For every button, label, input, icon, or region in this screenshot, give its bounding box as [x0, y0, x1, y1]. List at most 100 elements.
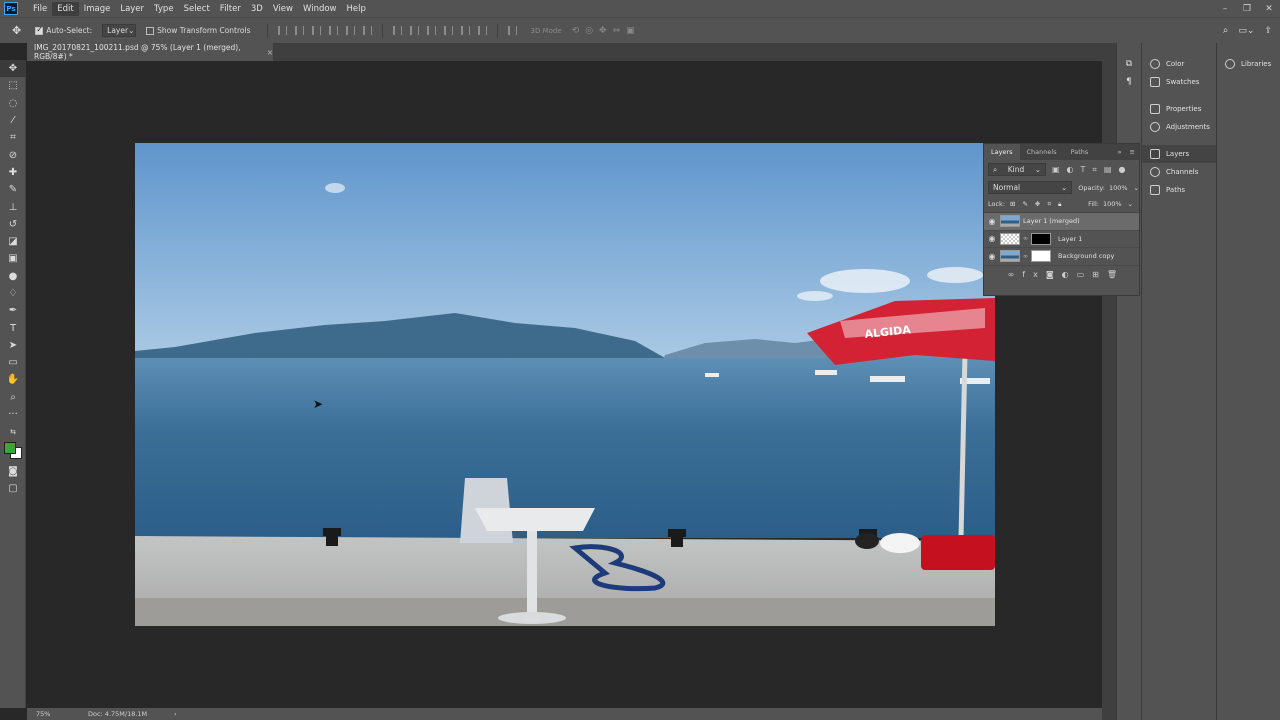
menu-filter[interactable]: Filter	[215, 2, 246, 16]
restore-icon[interactable]: ❐	[1236, 4, 1258, 14]
auto-select-dropdown[interactable]: Layer ⌄	[102, 24, 137, 37]
tab-paths[interactable]: Paths	[1064, 144, 1096, 160]
chevron-down-icon[interactable]: ⌄	[1134, 184, 1139, 192]
status-menu-arrow-icon[interactable]: ›	[174, 710, 177, 718]
distribute-right-icon[interactable]	[477, 26, 487, 35]
menu-image[interactable]: Image	[79, 2, 116, 16]
close-tab-icon[interactable]: ×	[267, 48, 273, 57]
move-tool-icon[interactable]: ✥	[12, 24, 21, 37]
panel-libraries[interactable]: Libraries	[1217, 55, 1280, 73]
crop-tool-icon[interactable]: ⌗	[0, 129, 26, 146]
layer-mask-thumbnail[interactable]	[1031, 250, 1051, 263]
panel-channels[interactable]: Channels	[1142, 163, 1216, 181]
panel-menu-icon[interactable]: ≡	[1130, 148, 1135, 156]
screen-mode-icon[interactable]: ▢	[0, 480, 26, 497]
layer-mask-thumbnail[interactable]	[1031, 232, 1051, 245]
menu-file[interactable]: File	[28, 2, 52, 16]
properties-panel-icon[interactable]: ¶	[1117, 77, 1141, 87]
quick-mask-icon[interactable]: ◙	[0, 463, 26, 480]
align-bottom-icon[interactable]	[311, 26, 321, 35]
distribute-top-icon[interactable]	[392, 26, 402, 35]
menu-window[interactable]: Window	[298, 2, 342, 16]
swap-colors-icon[interactable]: ⇆	[0, 423, 26, 440]
align-left-icon[interactable]	[328, 26, 338, 35]
zoom-tool-icon[interactable]: ⌕	[0, 389, 26, 406]
transform-controls-checkbox[interactable]	[146, 26, 155, 35]
new-group-icon[interactable]: ▭	[1077, 270, 1093, 279]
mask-link-icon[interactable]: ∞	[1023, 235, 1029, 242]
gradient-tool-icon[interactable]: ▣	[0, 250, 26, 267]
visibility-eye-icon[interactable]: ◉	[984, 252, 1000, 261]
lasso-tool-icon[interactable]: ◌	[0, 95, 26, 112]
blend-mode-dropdown[interactable]: Normal ⌄	[988, 181, 1073, 194]
minimize-icon[interactable]: –	[1214, 4, 1236, 14]
magic-wand-tool-icon[interactable]: ⁄	[0, 112, 26, 129]
brush-tool-icon[interactable]: ✎	[0, 181, 26, 198]
adjustment-layer-icon[interactable]: ◐	[1062, 270, 1077, 279]
align-right-icon[interactable]	[362, 26, 372, 35]
pen-tool-icon[interactable]: ✒	[0, 302, 26, 319]
healing-brush-tool-icon[interactable]: ✚	[0, 164, 26, 181]
menu-view[interactable]: View	[268, 2, 298, 16]
document-tab[interactable]: IMG_20170821_100211.psd @ 75% (Layer 1 (…	[27, 43, 273, 61]
panel-layers[interactable]: Layers	[1142, 145, 1216, 163]
menu-edit[interactable]: Edit	[52, 1, 79, 16]
layer-name[interactable]: Layer 1 (merged)	[1023, 217, 1080, 225]
foreground-color-swatch[interactable]	[4, 441, 16, 454]
move-tool-icon[interactable]: ✥	[0, 60, 26, 78]
distribute-hcenter-icon[interactable]	[460, 26, 470, 35]
visibility-eye-icon[interactable]: ◉	[984, 217, 1000, 226]
layer-row[interactable]: ◉ ∞ Background copy	[984, 248, 1139, 266]
search-icon[interactable]: ⌕	[1223, 25, 1229, 36]
distribute-vcenter-icon[interactable]	[409, 26, 419, 35]
marquee-tool-icon[interactable]: ⬚	[0, 77, 26, 94]
share-icon[interactable]: ⇪	[1264, 26, 1272, 36]
menu-layer[interactable]: Layer	[115, 2, 149, 16]
document-canvas-image[interactable]: ALGIDA	[135, 143, 995, 626]
more-tools-icon[interactable]: ···	[0, 406, 26, 423]
panel-color[interactable]: Color	[1142, 55, 1216, 73]
menu-select[interactable]: Select	[179, 2, 215, 16]
clone-stamp-tool-icon[interactable]: ⊥	[0, 198, 26, 215]
close-window-icon[interactable]: ✕	[1258, 4, 1280, 14]
fill-value[interactable]: 100%	[1103, 200, 1122, 208]
new-layer-icon[interactable]: ⊞	[1092, 270, 1107, 279]
panel-swatches[interactable]: Swatches	[1142, 73, 1216, 91]
fx-icon[interactable]: fx	[1022, 270, 1046, 279]
layer-row[interactable]: ◉ ∞ Layer 1	[984, 231, 1139, 248]
eraser-tool-icon[interactable]: ◪	[0, 233, 26, 250]
blur-tool-icon[interactable]: ●	[0, 268, 26, 285]
lock-icons[interactable]: ⊞✎✥⌗🔒︎	[1010, 200, 1068, 209]
align-vcenter-icon[interactable]	[294, 26, 304, 35]
dodge-tool-icon[interactable]: ♢	[0, 285, 26, 302]
panel-paths[interactable]: Paths	[1142, 181, 1216, 199]
menu-help[interactable]: Help	[342, 2, 371, 16]
rectangle-tool-icon[interactable]: ▭	[0, 354, 26, 371]
collapse-panel-icon[interactable]: »	[1118, 148, 1122, 156]
align-top-icon[interactable]	[277, 26, 287, 35]
path-selection-tool-icon[interactable]: ➤	[0, 337, 26, 354]
distribute-left-icon[interactable]	[443, 26, 453, 35]
trash-icon[interactable]: 🗑︎	[1107, 270, 1125, 279]
layer-name[interactable]: Layer 1	[1058, 235, 1082, 243]
panel-properties[interactable]: Properties	[1142, 100, 1216, 118]
filter-kind-dropdown[interactable]: ⌕ Kind ⌄	[988, 163, 1046, 176]
history-panel-icon[interactable]: ⧉	[1117, 59, 1141, 69]
distribute-bottom-icon[interactable]	[426, 26, 436, 35]
color-swatches[interactable]	[0, 441, 25, 463]
layer-row[interactable]: ◉ Layer 1 (merged)	[984, 213, 1139, 231]
auto-select-option[interactable]: Auto-Select:	[35, 25, 92, 35]
history-brush-tool-icon[interactable]: ↺	[0, 216, 26, 233]
tab-layers[interactable]: Layers	[984, 144, 1020, 160]
eyedropper-tool-icon[interactable]: ⊘	[0, 146, 26, 163]
chevron-down-icon[interactable]: ⌄	[1128, 200, 1133, 208]
panel-adjustments[interactable]: Adjustments	[1142, 118, 1216, 136]
layer-name[interactable]: Background copy	[1058, 252, 1114, 260]
align-hcenter-icon[interactable]	[345, 26, 355, 35]
transform-controls-option[interactable]: Show Transform Controls	[146, 26, 251, 35]
auto-select-checkbox[interactable]	[35, 25, 44, 35]
tab-channels[interactable]: Channels	[1020, 144, 1064, 160]
add-mask-icon[interactable]: ◙	[1046, 270, 1062, 279]
zoom-level[interactable]: 75%	[36, 710, 88, 718]
auto-align-icon[interactable]	[507, 26, 517, 35]
